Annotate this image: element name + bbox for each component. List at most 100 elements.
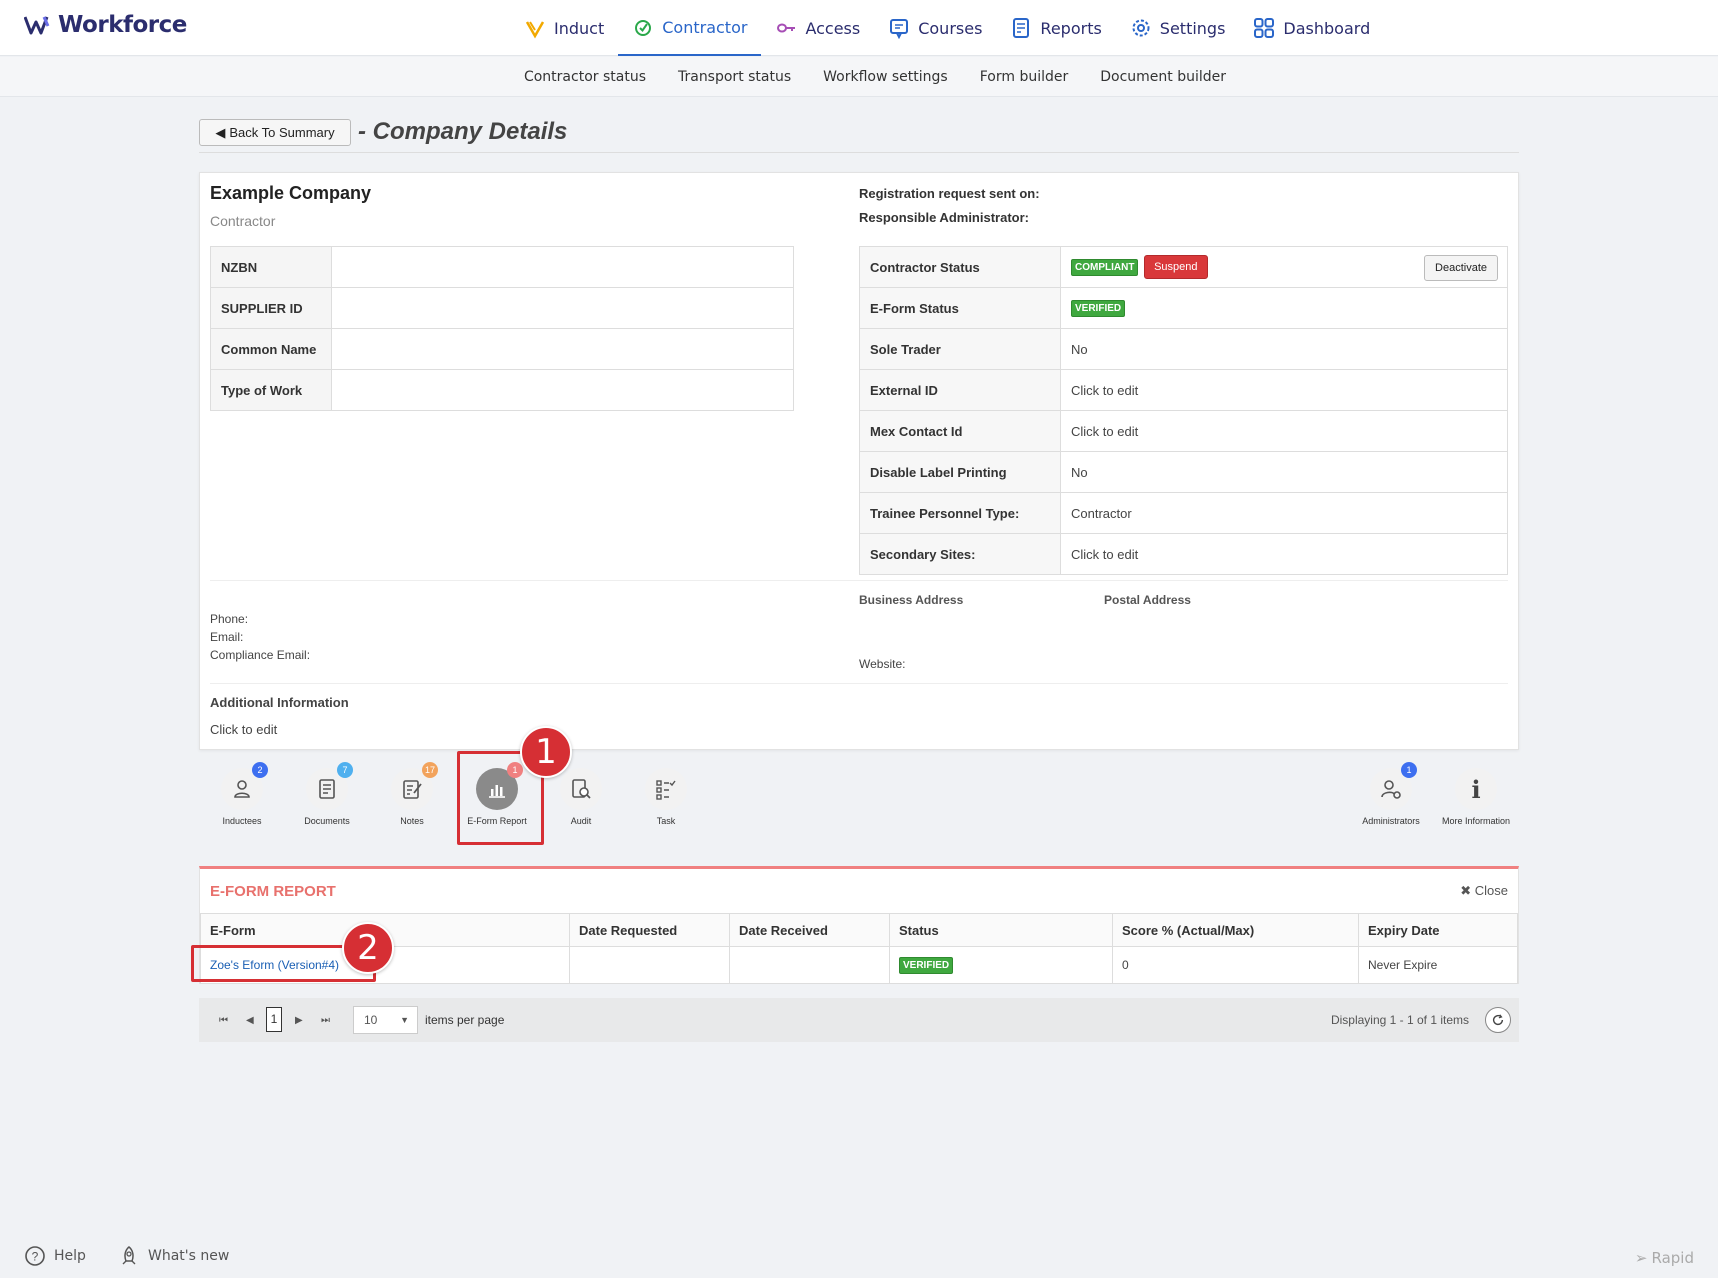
- sole-trader-label: Sole Trader: [859, 328, 1061, 370]
- tool-administrators[interactable]: 1 Administrators: [1351, 762, 1431, 826]
- back-to-summary-button[interactable]: ◀ Back To Summary: [199, 119, 351, 146]
- tool-more-information-label: More Information: [1441, 816, 1511, 826]
- title-divider: [199, 152, 1519, 153]
- documents-count-badge: 7: [337, 762, 353, 778]
- email-label: Email:: [210, 630, 244, 644]
- trainee-personnel-type-value[interactable]: Contractor: [1060, 492, 1508, 534]
- nav-contractor-label: Contractor: [662, 17, 748, 37]
- prev-page-icon[interactable]: ◀: [246, 1015, 254, 1026]
- whats-new-label: What's new: [148, 1248, 230, 1264]
- secondary-sites-value[interactable]: Click to edit: [1060, 533, 1508, 575]
- tool-administrators-label: Administrators: [1362, 816, 1420, 826]
- section-divider: [210, 683, 1508, 684]
- column-header[interactable]: Date Received: [729, 913, 890, 947]
- eform-status-label: E-Form Status: [859, 287, 1061, 329]
- tool-notes-circle: 17: [391, 762, 438, 810]
- column-header[interactable]: Expiry Date: [1358, 913, 1518, 947]
- whats-new-link[interactable]: What's new: [118, 1245, 229, 1267]
- nav-induct[interactable]: Induct: [510, 0, 618, 56]
- close-label: Close: [1474, 883, 1508, 898]
- website-label: Website:: [859, 657, 906, 671]
- brand-name: Workforce: [58, 12, 187, 38]
- nav-reports-label: Reports: [1040, 18, 1102, 38]
- inductee-user-icon: [234, 780, 250, 798]
- compliance-email-label: Compliance Email:: [210, 648, 311, 662]
- verified-badge: VERIFIED: [1071, 300, 1126, 317]
- administrators-count-badge: 1: [1401, 762, 1417, 778]
- field-label: Common Name: [210, 328, 332, 370]
- first-page-icon[interactable]: ⏮: [219, 1015, 228, 1026]
- mex-contact-id-value[interactable]: Click to edit: [1060, 410, 1508, 452]
- close-button[interactable]: ✖ Close: [1460, 883, 1508, 899]
- registration-request-label: Registration request sent on:: [859, 186, 1040, 201]
- postal-address-label: Postal Address: [1104, 593, 1191, 607]
- last-page-icon[interactable]: ⏭: [321, 1015, 330, 1026]
- deactivate-button[interactable]: Deactivate: [1424, 255, 1498, 281]
- column-header[interactable]: Date Requested: [569, 913, 730, 947]
- nav-access-label: Access: [805, 18, 861, 38]
- registration-info: Registration request sent on: Responsibl…: [859, 182, 1040, 230]
- nav-dashboard[interactable]: Dashboard: [1239, 0, 1384, 56]
- table-row: External ID Click to edit: [859, 369, 1508, 411]
- chevron-down-icon: ▼: [400, 1015, 409, 1025]
- field-label: SUPPLIER ID: [210, 287, 332, 329]
- tool-task[interactable]: Task: [626, 768, 706, 826]
- nav-settings[interactable]: Settings: [1116, 0, 1240, 56]
- external-id-label: External ID: [859, 369, 1061, 411]
- tool-administrators-circle: 1: [1370, 762, 1417, 810]
- tool-inductees[interactable]: 2 Inductees: [202, 762, 282, 826]
- field-value[interactable]: [331, 369, 794, 411]
- task-checklist-icon: [656, 780, 676, 800]
- refresh-button[interactable]: [1485, 1007, 1511, 1033]
- nav-access[interactable]: Access: [761, 0, 874, 56]
- workforce-logo[interactable]: Workforce: [24, 12, 187, 38]
- nav-contractor[interactable]: Contractor: [618, 0, 762, 56]
- table-row: Contractor Status COMPLIANT Suspend Deac…: [859, 246, 1508, 288]
- refresh-icon: [1492, 1014, 1504, 1026]
- info-icon: i: [1471, 774, 1481, 804]
- subnav-transport-status[interactable]: Transport status: [678, 69, 791, 85]
- workforce-logo-icon: [24, 16, 50, 35]
- subnav-form-builder[interactable]: Form builder: [980, 69, 1069, 85]
- nav-courses[interactable]: Courses: [874, 0, 996, 56]
- tool-more-information-circle: i: [1455, 768, 1497, 810]
- page-size-select[interactable]: 10 ▼: [353, 1006, 418, 1034]
- sole-trader-value[interactable]: No: [1060, 328, 1508, 370]
- table-row: Type of Work: [210, 369, 794, 411]
- tool-inductees-circle: 2: [221, 762, 268, 810]
- subnav-workflow-settings[interactable]: Workflow settings: [823, 69, 948, 85]
- items-per-page-label: items per page: [425, 1013, 505, 1027]
- field-value[interactable]: [331, 328, 794, 370]
- table-row: Sole Trader No: [859, 328, 1508, 370]
- external-id-value[interactable]: Click to edit: [1060, 369, 1508, 411]
- nav-induct-label: Induct: [554, 18, 605, 38]
- subnav-document-builder[interactable]: Document builder: [1100, 69, 1226, 85]
- tool-notes[interactable]: 17 Notes: [372, 762, 452, 826]
- status-cell: VERIFIED: [889, 946, 1113, 984]
- compliant-badge: COMPLIANT: [1071, 259, 1139, 276]
- field-value[interactable]: [331, 287, 794, 329]
- table-row: SUPPLIER ID: [210, 287, 794, 329]
- verified-badge: VERIFIED: [899, 956, 954, 974]
- trainee-personnel-type-label: Trainee Personnel Type:: [859, 492, 1061, 534]
- suspend-button[interactable]: Suspend: [1144, 255, 1208, 279]
- company-fields-table: NZBN SUPPLIER ID Common Name Type of Wor…: [210, 246, 794, 411]
- table-row: Disable Label Printing No: [859, 451, 1508, 493]
- eform-report-panel: E-FORM REPORT ✖ Close E-Form Date Reques…: [199, 866, 1519, 984]
- back-to-summary-label: Back To Summary: [229, 125, 335, 140]
- help-link[interactable]: ? Help: [24, 1245, 86, 1267]
- nav-courses-label: Courses: [918, 18, 983, 38]
- disable-label-printing-value[interactable]: No: [1060, 451, 1508, 493]
- column-header[interactable]: Score % (Actual/Max): [1112, 913, 1359, 947]
- next-page-icon[interactable]: ▶: [295, 1015, 303, 1026]
- additional-information-value[interactable]: Click to edit: [210, 722, 277, 737]
- tool-documents[interactable]: 7 Documents: [287, 762, 367, 826]
- nav-reports[interactable]: Reports: [996, 0, 1115, 56]
- column-header[interactable]: Status: [889, 913, 1113, 947]
- date-received-cell: [729, 946, 890, 984]
- field-value[interactable]: [331, 246, 794, 288]
- subnav-contractor-status[interactable]: Contractor status: [524, 69, 646, 85]
- tool-more-information[interactable]: i More Information: [1436, 768, 1516, 826]
- current-page[interactable]: 1: [266, 1007, 282, 1032]
- nav-settings-label: Settings: [1159, 18, 1226, 38]
